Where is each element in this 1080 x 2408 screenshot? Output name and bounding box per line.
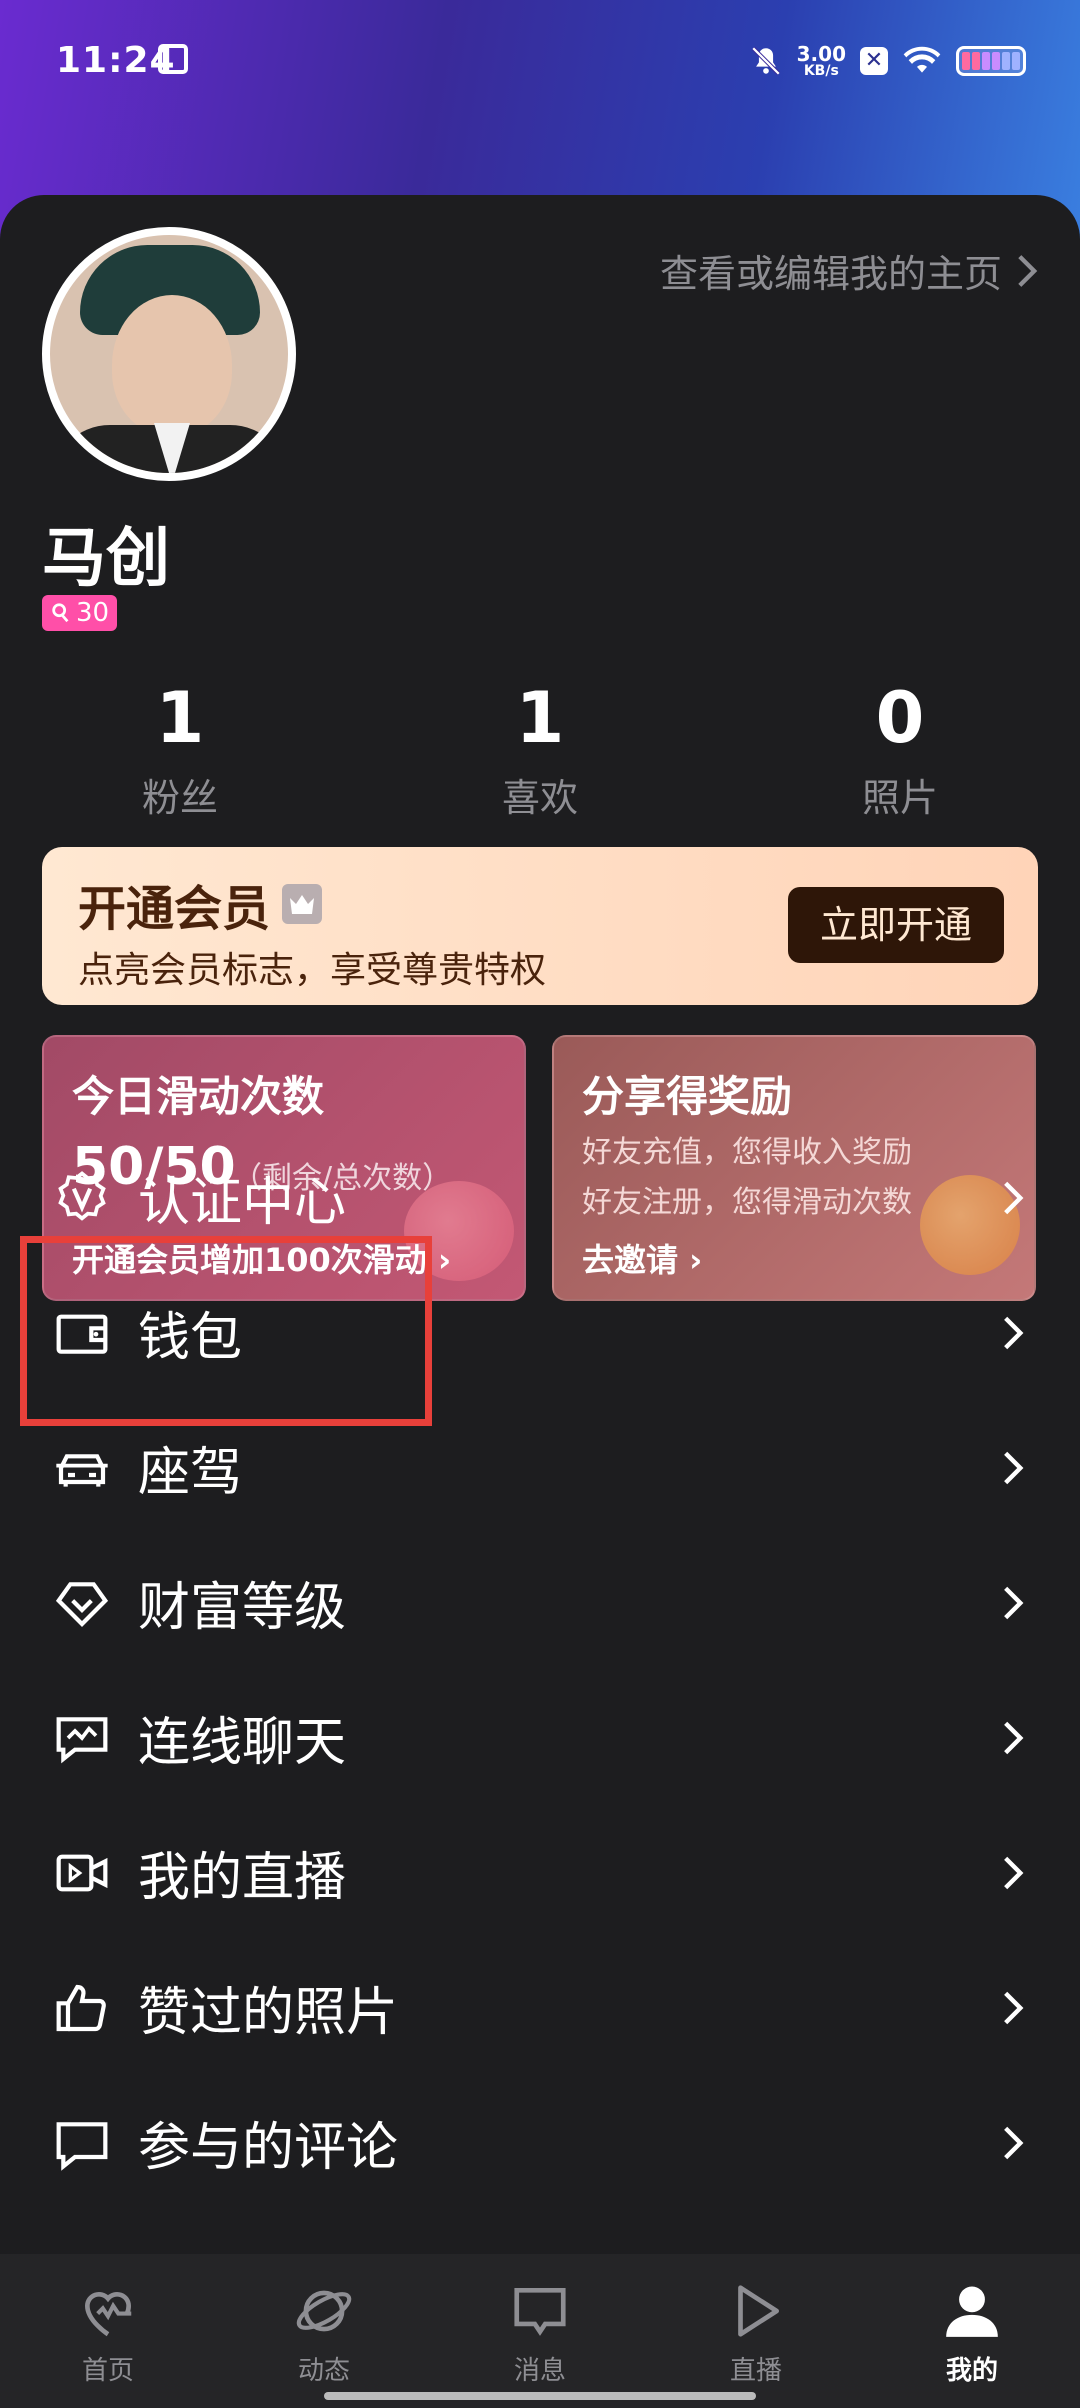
tab-home[interactable]: 首页 [0, 2254, 216, 2408]
menu-item-liked-photos[interactable]: 赞过的照片 [0, 1940, 1080, 2075]
vip-title: 开通会员 [78, 869, 323, 939]
tab-live[interactable]: 直播 [648, 2254, 864, 2408]
wifi-icon [903, 46, 941, 73]
wallet-highlight-box [20, 1236, 432, 1426]
vip-open-button[interactable]: 立即开通 [788, 887, 1004, 963]
video-camera-icon [56, 1854, 108, 1891]
diamond-icon [55, 1581, 109, 1627]
chevron-right-icon [1004, 1721, 1024, 1755]
chevron-right-icon [1004, 1991, 1024, 2025]
mute-bell-icon [751, 46, 780, 76]
tab-messages[interactable]: 消息 [432, 2254, 648, 2408]
net-speed: 3.00 KB/s [796, 42, 846, 79]
stat-likes[interactable]: 1 喜欢 [360, 673, 720, 822]
chevron-right-icon [1004, 1586, 1024, 1620]
chat-line-icon [56, 1716, 108, 1763]
car-icon [56, 1453, 108, 1487]
tab-me[interactable]: 我的 [864, 2254, 1080, 2408]
menu-item-comments[interactable]: 参与的评论 [0, 2075, 1080, 2210]
heart-icon [85, 2291, 132, 2337]
stat-photos[interactable]: 0 照片 [720, 673, 1080, 822]
chevron-right-icon [1004, 1856, 1024, 1890]
person-icon [946, 2286, 998, 2337]
stats-row: 1 粉丝 1 喜欢 0 照片 [0, 673, 1080, 822]
level-icon [52, 603, 69, 623]
comment-icon [56, 2121, 108, 2171]
level-badge: 30 [42, 595, 118, 631]
play-icon [738, 2285, 779, 2337]
notification-icon [158, 44, 188, 74]
home-indicator[interactable] [324, 2392, 756, 2400]
chevron-right-icon [1004, 2126, 1024, 2160]
chevron-right-icon [1004, 1316, 1024, 1350]
stat-fans[interactable]: 1 粉丝 [0, 673, 360, 822]
status-bar: 11:24 3.00 KB/s ✕ [0, 0, 1080, 120]
verify-badge-icon [58, 1170, 106, 1221]
menu-item-live-chat[interactable]: 连线聊天 [0, 1670, 1080, 1805]
app-notification-icon: ✕ [860, 47, 888, 75]
menu-item-wealth-level[interactable]: 财富等级 [0, 1535, 1080, 1670]
message-icon [514, 2288, 566, 2336]
username: 马创 [42, 522, 170, 596]
vip-subtitle: 点亮会员标志，享受尊贵特权 [78, 950, 547, 991]
thumbs-up-icon [56, 1984, 106, 2031]
chevron-right-icon [1018, 254, 1038, 287]
vip-crown-icon [282, 884, 323, 924]
tab-feed[interactable]: 动态 [216, 2254, 432, 2408]
bottom-tab-bar: 首页 动态 消息 直播 我的 [0, 2254, 1080, 2408]
chevron-right-icon [1004, 1451, 1024, 1485]
menu-item-my-live[interactable]: 我的直播 [0, 1805, 1080, 1940]
chevron-right-icon [1004, 1181, 1024, 1215]
battery-icon [956, 46, 1026, 76]
planet-icon [296, 2290, 352, 2332]
vip-banner[interactable]: 开通会员 点亮会员标志，享受尊贵特权 立即开通 [42, 847, 1038, 1005]
avatar[interactable] [42, 227, 296, 481]
edit-profile-link[interactable]: 查看或编辑我的主页 [660, 243, 1038, 298]
